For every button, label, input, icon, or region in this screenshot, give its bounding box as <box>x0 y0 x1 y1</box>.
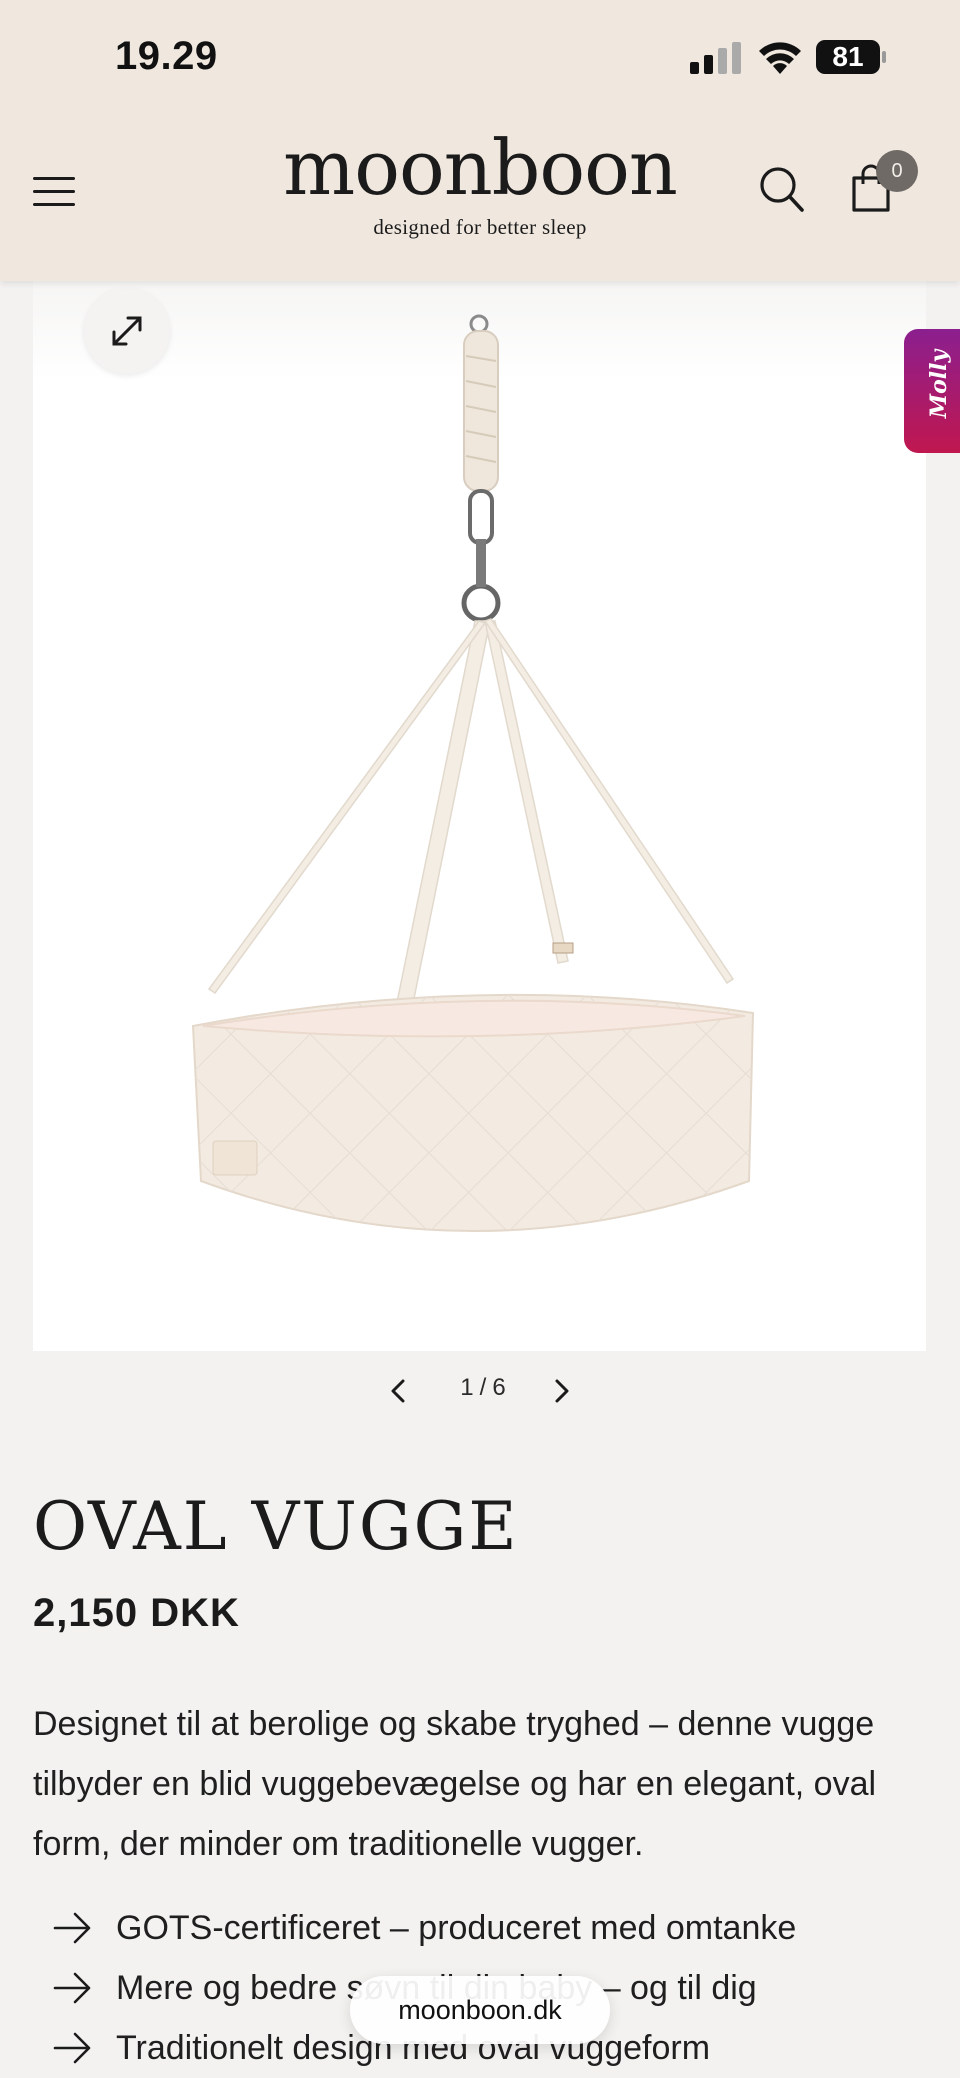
chevron-left-icon[interactable] <box>384 1376 414 1406</box>
signal-icon <box>690 42 741 74</box>
list-item: GOTS-certificeret – produceret med omtan… <box>33 1898 933 1958</box>
arrow-right-icon <box>53 1912 91 1944</box>
feature-text: GOTS-certificeret – produceret med omtan… <box>116 1909 797 1947</box>
image-counter-separator: / <box>479 1374 493 1401</box>
wifi-icon <box>759 42 801 74</box>
battery-level: 81 <box>832 41 864 72</box>
expand-icon <box>112 316 142 346</box>
tagline: designed for better sleep <box>373 215 587 239</box>
menu-icon[interactable] <box>33 177 75 207</box>
browser-url-bar[interactable]: moonboon.dk <box>350 1976 610 2044</box>
status-time: 19.29 <box>115 34 218 78</box>
chat-widget-tab[interactable]: Molly <box>904 329 960 453</box>
header: 19.29 81 moonboon designed for better sl… <box>0 0 960 281</box>
cart-count-badge[interactable]: 0 <box>876 150 918 192</box>
image-counter-current: 1 <box>460 1374 480 1401</box>
logo[interactable]: moonboon <box>280 128 680 208</box>
cradle-image <box>33 281 926 1232</box>
arrow-right-icon <box>53 1972 91 2004</box>
product-description: Designet til at berolige og skabe tryghe… <box>33 1705 877 1863</box>
image-counter-total: 6 <box>492 1374 512 1401</box>
image-counter: 1/6 <box>436 1374 536 1402</box>
chevron-right-icon[interactable] <box>546 1376 576 1406</box>
product-image[interactable] <box>33 281 926 1351</box>
search-icon[interactable] <box>758 164 806 214</box>
expand-image-button[interactable] <box>84 288 170 374</box>
product-title: OVAL VUGGE <box>33 1488 519 1565</box>
chat-widget-label: Molly <box>926 349 952 419</box>
arrow-right-icon <box>53 2032 91 2064</box>
product-price: 2,150 DKK <box>33 1591 240 1635</box>
